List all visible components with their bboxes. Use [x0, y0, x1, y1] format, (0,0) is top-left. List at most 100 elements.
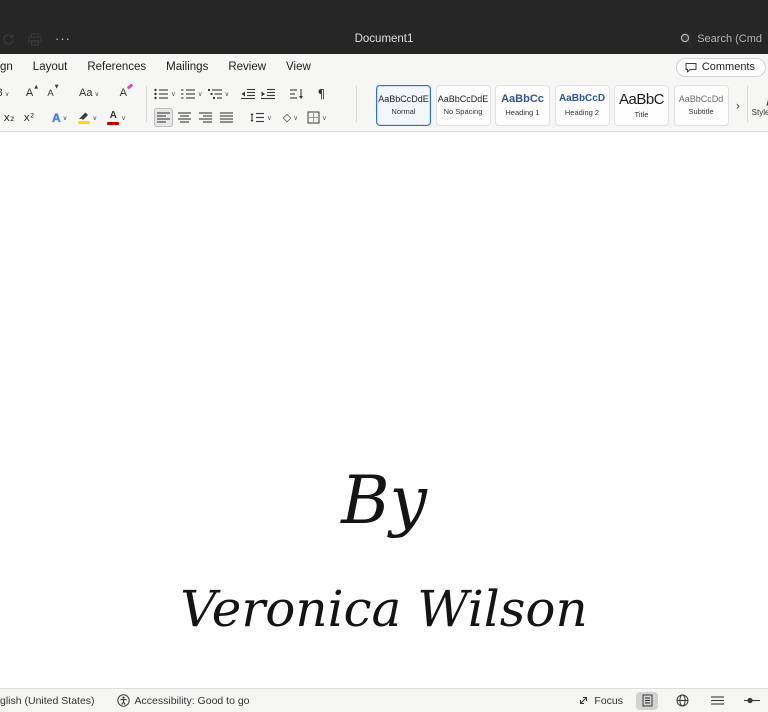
chevron-down-icon[interactable]: ∨	[198, 90, 203, 98]
style-normal[interactable]: AaBbCcDdE Normal	[376, 85, 431, 126]
titlebar-quick-actions: ···	[2, 32, 71, 46]
group-separator	[356, 86, 357, 122]
tab-references[interactable]: References	[77, 61, 156, 73]
font-color-swatch	[107, 121, 120, 125]
style-sample: AaBbCcDdE	[378, 94, 429, 104]
outline-lines-icon	[710, 695, 724, 706]
style-no-spacing[interactable]: AaBbCcDdE No Spacing	[435, 85, 491, 126]
change-case-button[interactable]: Aa ∨	[79, 84, 99, 103]
align-center-button[interactable]	[175, 108, 194, 127]
justify-button[interactable]	[217, 108, 236, 127]
show-paragraph-marks-button[interactable]: ¶	[314, 84, 328, 103]
document-author-text[interactable]: Veronica Wilson	[0, 584, 768, 634]
grow-font-button[interactable]: A ▲	[25, 84, 39, 103]
style-title[interactable]: AaBbC Title	[614, 85, 669, 126]
group-separator	[146, 86, 147, 122]
style-heading-2[interactable]: AaBbCcD Heading 2	[554, 85, 610, 126]
align-left-button[interactable]	[154, 108, 173, 127]
language-status[interactable]: glish (United States)	[0, 695, 95, 707]
search-icon	[680, 33, 692, 45]
tab-review[interactable]: Review	[218, 61, 276, 73]
print-icon[interactable]	[28, 33, 42, 46]
chevron-down-icon[interactable]: ∨	[94, 90, 99, 98]
zoom-slider[interactable]	[741, 692, 763, 710]
font-group-row2: x₂ x² A ∨ ∨ A ∨	[0, 108, 126, 127]
style-name: Subtitle	[688, 107, 714, 117]
style-name: Normal	[391, 107, 416, 117]
outdent-icon	[241, 88, 256, 100]
chevron-down-icon[interactable]: ∨	[225, 90, 230, 98]
ribbon-tabs: gn Layout References Mailings Review Vie…	[0, 54, 768, 79]
comments-button[interactable]: Comments	[675, 57, 766, 77]
increase-indent-button[interactable]	[261, 84, 276, 103]
align-left-icon	[157, 112, 170, 123]
tab-view[interactable]: View	[276, 61, 321, 73]
chevron-down-icon[interactable]: ∨	[92, 114, 97, 122]
web-layout-view-button[interactable]	[671, 692, 693, 710]
shading-button[interactable]: ◇ ∨	[283, 108, 298, 127]
align-right-icon	[199, 112, 212, 123]
document-byline-text[interactable]: By	[0, 468, 768, 534]
multilevel-list-button[interactable]: ∨	[207, 84, 230, 103]
justify-icon	[220, 112, 233, 123]
chevron-down-icon[interactable]: ∨	[267, 114, 272, 122]
borders-button[interactable]: ∨	[307, 108, 327, 127]
font-size-value: 8	[0, 88, 3, 99]
clear-formatting-button[interactable]: A	[116, 83, 134, 103]
highlight-color-button[interactable]: ∨	[77, 108, 97, 127]
sort-button[interactable]	[290, 84, 304, 103]
print-layout-view-button[interactable]	[636, 691, 658, 710]
font-color-button[interactable]: A ∨	[107, 108, 126, 127]
sync-icon[interactable]	[2, 33, 15, 46]
numbering-button[interactable]: ∨	[180, 84, 203, 103]
chevron-down-icon[interactable]: ∨	[171, 90, 176, 98]
styles-pane-label: Styles Pane	[751, 108, 768, 118]
chevron-down-icon[interactable]: ∨	[63, 114, 68, 122]
tab-mailings[interactable]: Mailings	[156, 61, 218, 73]
document-canvas[interactable]: By Veronica Wilson	[0, 132, 768, 688]
group-separator	[747, 86, 748, 122]
ribbon: 8 ∨ A ▲ A ▼ Aa ∨ A x₂ x²	[0, 79, 768, 132]
multilevel-list-icon	[207, 88, 223, 100]
more-actions-icon[interactable]: ···	[55, 32, 71, 45]
decrease-indent-button[interactable]	[241, 84, 256, 103]
highlighter-icon	[77, 111, 90, 124]
chevron-down-icon[interactable]: ∨	[322, 114, 327, 122]
paragraph-group-row2: ∨ ◇ ∨ ∨	[154, 108, 327, 127]
tab-layout[interactable]: Layout	[23, 61, 78, 73]
paragraph-group-row1: ∨ ∨ ∨ ¶	[154, 84, 328, 103]
search-label: Search (Cmd	[697, 33, 762, 45]
shading-icon: ◇	[282, 111, 292, 124]
bullet-list-icon	[154, 88, 169, 100]
style-name: No Spacing	[443, 107, 483, 117]
superscript-button[interactable]: x²	[22, 108, 36, 127]
focus-button[interactable]: Focus	[578, 695, 623, 707]
shrink-font-button[interactable]: A ▼	[46, 84, 60, 103]
styles-pane-button[interactable]: Styles Pane	[750, 85, 768, 126]
page-icon	[642, 694, 653, 707]
font-group-row1: 8 ∨ A ▲ A ▼ Aa ∨ A	[0, 83, 134, 103]
chevron-down-icon[interactable]: ∨	[121, 114, 126, 122]
style-subtitle[interactable]: AaBbCcDd Subtitle	[673, 85, 729, 126]
styles-gallery: AaBbCcDdE Normal AaBbCcDdE No Spacing Aa…	[376, 85, 743, 126]
focus-icon	[578, 695, 589, 706]
align-right-button[interactable]	[196, 108, 215, 127]
accessibility-status[interactable]: Accessibility: Good to go	[116, 694, 250, 707]
style-name: Heading 1	[505, 108, 540, 118]
outline-view-button[interactable]	[706, 692, 728, 710]
bullets-button[interactable]: ∨	[154, 84, 176, 103]
accessibility-icon	[116, 694, 130, 707]
font-size-select[interactable]: 8 ∨	[0, 84, 10, 103]
subscript-button[interactable]: x₂	[2, 108, 16, 127]
triangle-down-icon: ▼	[54, 84, 59, 90]
zoom-slider-icon	[744, 695, 760, 706]
chevron-down-icon[interactable]: ∨	[5, 90, 10, 98]
search-box[interactable]: Search (Cmd	[680, 33, 762, 45]
gallery-next-icon[interactable]: ›	[733, 85, 743, 126]
eraser-icon	[126, 83, 134, 90]
tab-design-partial[interactable]: gn	[0, 61, 23, 73]
style-heading-1[interactable]: AaBbCc Heading 1	[495, 85, 550, 126]
line-spacing-button[interactable]: ∨	[250, 108, 272, 127]
text-effects-button[interactable]: A ∨	[52, 108, 67, 127]
chevron-down-icon[interactable]: ∨	[293, 114, 298, 122]
